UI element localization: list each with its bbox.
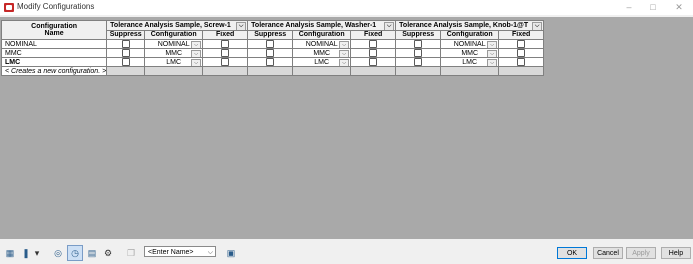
configuration-header: Configuration [292,29,352,40]
chevron-down-icon[interactable]: ⌵ [236,22,247,30]
gear-icon[interactable]: ⚙ [102,247,114,259]
chevron-down-icon[interactable]: ⌵ [191,41,202,48]
fixed-checkbox[interactable] [517,49,526,57]
copy-icon: ❐ [126,248,136,258]
suppress-checkbox[interactable] [414,49,423,57]
config-name-cell[interactable]: NOMINAL [0,39,108,49]
sheet-icon[interactable]: ▤ [86,247,98,259]
suppress-checkbox[interactable] [121,58,130,66]
config-select[interactable]: NOMINAL ⌵ [144,39,204,49]
config-select[interactable]: MMC ⌵ [292,48,352,58]
config-select[interactable]: LMC ⌵ [292,57,352,67]
globe-icon[interactable]: ◎ [52,247,64,259]
chevron-down-icon[interactable]: ⌵ [208,247,213,258]
chevron-down-icon[interactable]: ⌵ [487,50,498,57]
cancel-button[interactable]: Cancel [593,247,623,259]
suppress-checkbox[interactable] [414,40,423,48]
part-name: Tolerance Analysis Sample, Knob-1@T [399,21,529,29]
config-value: LMC [314,58,330,66]
chevron-down-icon[interactable]: ⌵ [487,59,498,66]
configuration-grid-area: Configuration Name Tolerance Analysis Sa… [0,17,693,239]
fixed-header: Fixed [498,29,545,40]
config-select[interactable]: LMC ⌵ [440,57,500,67]
fixed-checkbox[interactable] [517,58,526,66]
suppress-header: Suppress [247,29,294,40]
fixed-checkbox[interactable] [369,49,378,57]
fixed-checkbox[interactable] [517,40,526,48]
fixed-checkbox[interactable] [221,58,230,66]
new-config-cell[interactable]: < Creates a new configuration. > [0,66,108,76]
minimize-icon[interactable]: – [622,2,636,13]
fixed-checkbox[interactable] [221,40,230,48]
chevron-down-icon[interactable]: ⌵ [384,22,395,30]
suppress-checkbox[interactable] [414,58,423,66]
table-row: NOMINAL NOMINAL ⌵ NOMINAL ⌵ NOMINAL ⌵ [0,39,545,49]
chevron-down-icon[interactable]: ⌵ [191,59,202,66]
part-header-washer[interactable]: Tolerance Analysis Sample, Washer-1 ⌵ [247,20,397,31]
table-icon[interactable]: ▦ [4,247,16,259]
fixed-header: Fixed [350,29,397,40]
chevron-down-icon[interactable]: ⌵ [487,41,498,48]
new-config-row: < Creates a new configuration. > [0,66,545,76]
part-name: Tolerance Analysis Sample, Screw-1 [110,21,231,29]
suppress-header: Suppress [395,29,442,40]
chevron-down-icon[interactable]: ⌵ [532,22,543,30]
maximize-icon[interactable]: □ [646,2,660,13]
config-name-combo[interactable]: <Enter Name> ⌵ [144,246,216,257]
ok-button[interactable]: OK [557,247,587,259]
config-select[interactable]: NOMINAL ⌵ [440,39,500,49]
configuration-header: Configuration [440,29,500,40]
suppress-checkbox[interactable] [266,58,275,66]
fixed-header: Fixed [202,29,249,40]
config-select[interactable]: MMC ⌵ [144,48,204,58]
chevron-down-icon[interactable]: ⌵ [339,59,350,66]
config-value: LMC [166,58,182,66]
config-select[interactable]: LMC ⌵ [144,57,204,67]
config-name-cell[interactable]: LMC [0,57,108,67]
config-value: NOMINAL [305,40,338,48]
close-icon[interactable]: ✕ [672,2,686,13]
table-row: LMC LMC ⌵ LMC ⌵ LMC ⌵ [0,57,545,67]
config-value: MMC [313,49,331,57]
configuration-header: Configuration [144,29,204,40]
suppress-checkbox[interactable] [266,40,275,48]
part-header-knob[interactable]: Tolerance Analysis Sample, Knob-1@T ⌵ [395,20,545,31]
view-icon[interactable]: ▣ [225,247,237,259]
table-row: MMC MMC ⌵ MMC ⌵ MMC ⌵ [0,48,545,58]
chevron-down-icon[interactable]: ⌵ [339,41,350,48]
fixed-checkbox[interactable] [369,40,378,48]
config-value: NOMINAL [453,40,486,48]
clock-icon[interactable]: ◷ [67,245,83,261]
part-header-screw[interactable]: Tolerance Analysis Sample, Screw-1 ⌵ [106,20,249,31]
parameters-icon[interactable]: ❚ [20,247,32,259]
bottom-toolbar: ▦ ❚ ▾ ◎ ◷ ▤ ⚙ ❐ <Enter Name> ⌵ ▣ OK Canc… [0,240,693,264]
fixed-checkbox[interactable] [369,58,378,66]
chevron-down-icon[interactable]: ⌵ [339,50,350,57]
config-value: NOMINAL [157,40,190,48]
suppress-header: Suppress [106,29,146,40]
fixed-checkbox[interactable] [221,49,230,57]
config-value: MMC [461,49,479,57]
config-select[interactable]: NOMINAL ⌵ [292,39,352,49]
app-icon [4,3,14,12]
configuration-name-header: Configuration Name [0,20,108,40]
suppress-checkbox[interactable] [121,40,130,48]
config-select[interactable]: MMC ⌵ [440,48,500,58]
part-name: Tolerance Analysis Sample, Washer-1 [251,21,377,29]
suppress-checkbox[interactable] [266,49,275,57]
config-value: MMC [165,49,183,57]
suppress-checkbox[interactable] [121,49,130,57]
apply-button: Apply [626,247,656,259]
configuration-table: Configuration Name Tolerance Analysis Sa… [0,20,545,76]
window-title: Modify Configurations [17,2,95,11]
chevron-down-icon[interactable]: ⌵ [191,50,202,57]
help-button[interactable]: Help [661,247,691,259]
combo-value: <Enter Name> [148,249,194,256]
dropdown-arrow-icon[interactable]: ▾ [34,247,40,259]
config-name-cell[interactable]: MMC [0,48,108,58]
title-bar: Modify Configurations – □ ✕ [0,0,693,15]
config-value: LMC [462,58,478,66]
